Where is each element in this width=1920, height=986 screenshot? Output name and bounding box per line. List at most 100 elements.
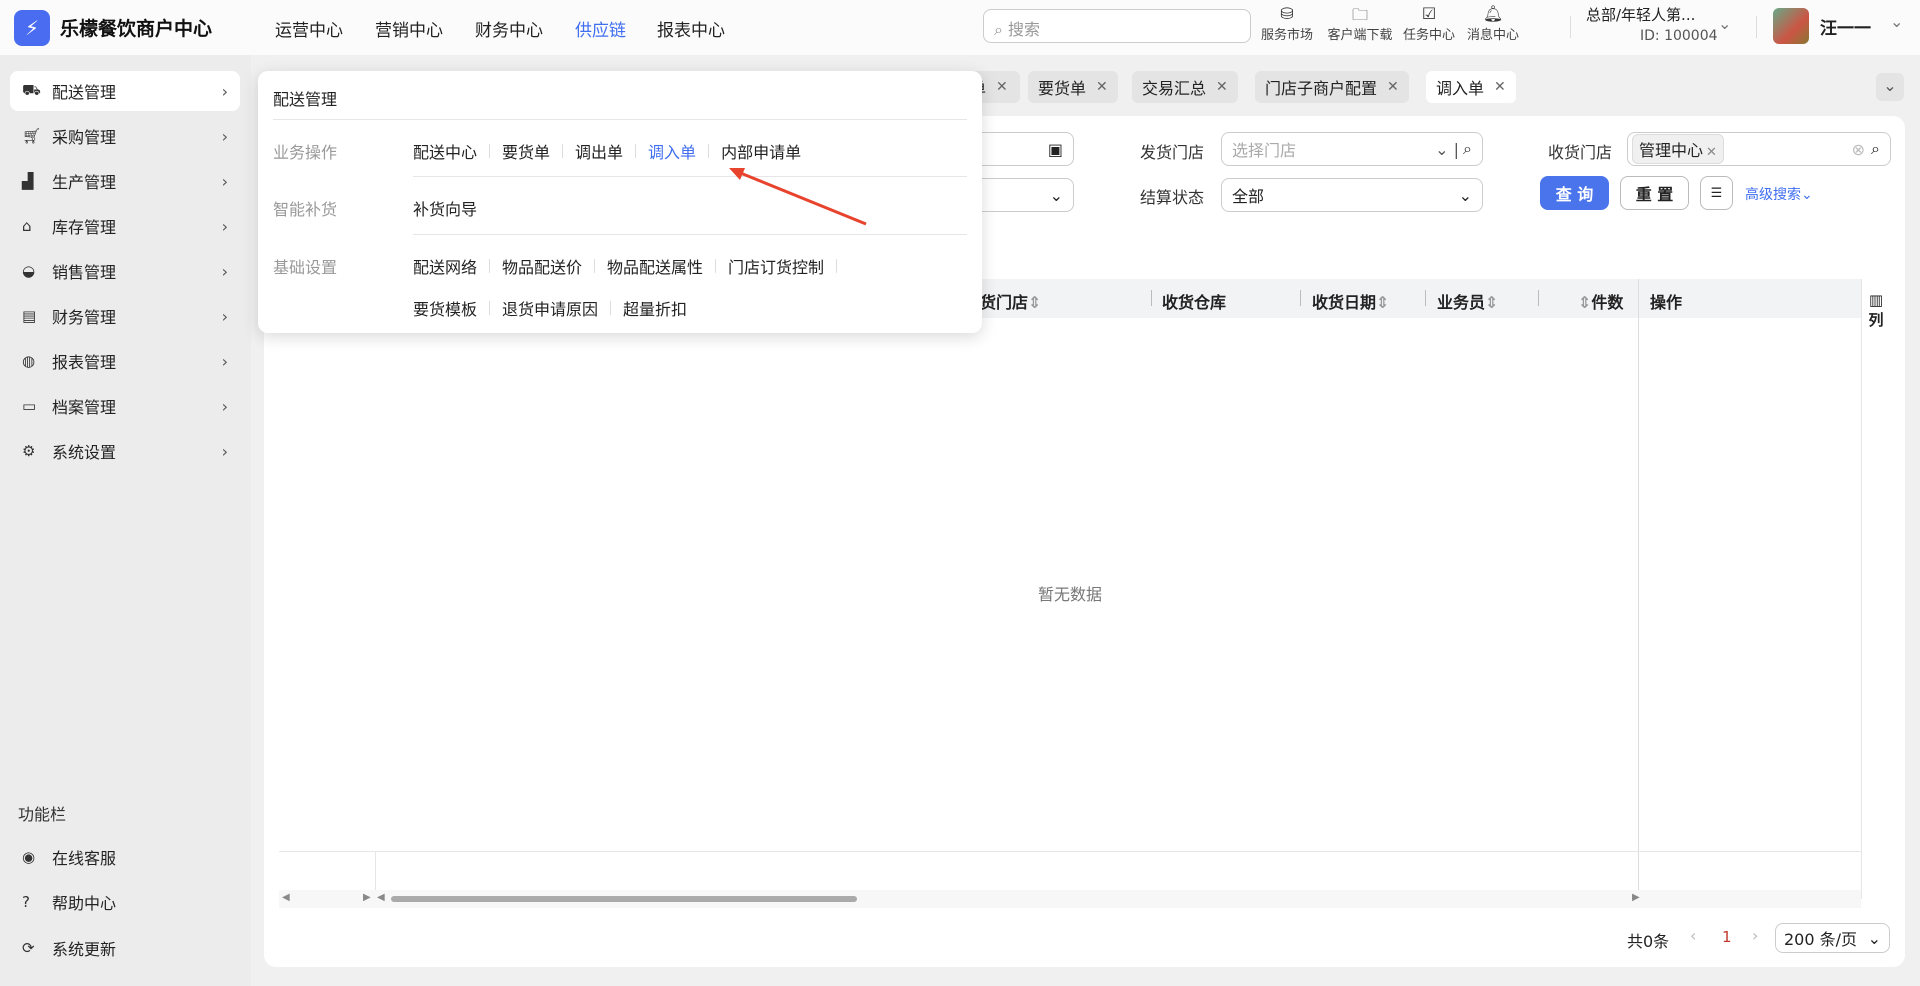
scrollbar-thumb[interactable] — [391, 896, 857, 902]
help-center[interactable]: ? 帮助中心 — [10, 882, 240, 922]
filter-config-icon[interactable]: ☰ — [1700, 176, 1733, 210]
client-download-button[interactable]: 🗀 客户端下载 — [1325, 4, 1395, 43]
sidebar-item-finance[interactable]: ▤ 财务管理 › — [10, 296, 240, 336]
top-header: ⚡ 乐檬餐饮商户中心 运营中心 营销中心 财务中心 供应链 报表中心 ⌕ 搜索 … — [0, 0, 1920, 55]
recv-store-select[interactable]: 管理中心 ✕ ⊗ ⌕ — [1627, 132, 1891, 166]
scroll-left-icon[interactable]: ◀ — [282, 892, 290, 903]
menu-item-transfer-in[interactable]: 调入单 — [648, 139, 696, 163]
divider — [715, 259, 717, 273]
settle-status-select[interactable]: 全部 ⌄ — [1221, 178, 1483, 212]
online-support[interactable]: ◉ 在线客服 — [10, 837, 240, 877]
menu-item-requisition-template[interactable]: 要货模板 — [413, 296, 477, 320]
menu-item-overage-discount[interactable]: 超量折扣 — [623, 296, 687, 320]
column-settings-button[interactable]: ▥ 列 — [1864, 290, 1888, 330]
col-ship-store[interactable]: 货门店⇕ — [980, 289, 1041, 313]
system-update[interactable]: ⟳ 系统更新 — [10, 928, 240, 968]
col-count[interactable]: ⇕件数 — [1578, 289, 1623, 313]
chevron-down-icon[interactable]: ⌄ — [1890, 12, 1903, 31]
col-recv-date[interactable]: 收货日期⇕ — [1312, 289, 1389, 313]
divider — [635, 144, 637, 158]
service-market-button[interactable]: ⛁ 服务市场 — [1256, 4, 1318, 43]
nav-ops[interactable]: 运营中心 — [275, 16, 343, 41]
tab-transfer-in[interactable]: 调入单 ✕ — [1426, 71, 1516, 103]
sidebar-item-sales[interactable]: ◒ 销售管理 › — [10, 251, 240, 291]
task-center-button[interactable]: ☑ 任务中心 — [1398, 4, 1460, 43]
message-center-button[interactable]: 🔔︎ 消息中心 — [1462, 4, 1524, 43]
menu-item-transfer-out[interactable]: 调出单 — [575, 139, 623, 163]
advanced-search-link[interactable]: 高级搜索⌄ — [1745, 184, 1813, 204]
sidebar-item-delivery[interactable]: ⛟ 配送管理 › — [10, 71, 240, 111]
sidebar-item-archive[interactable]: ▭ 档案管理 › — [10, 386, 240, 426]
query-button[interactable]: 查 询 — [1540, 176, 1609, 210]
inbox-icon: ▭ — [22, 397, 37, 415]
nav-marketing[interactable]: 营销中心 — [375, 16, 443, 41]
sort-icon[interactable]: ⇕ — [1028, 293, 1041, 312]
sidebar-item-production[interactable]: ▟ 生产管理 › — [10, 161, 240, 201]
col-divider[interactable] — [1300, 290, 1301, 306]
avatar[interactable] — [1773, 8, 1809, 44]
close-icon[interactable]: ✕ — [1494, 79, 1506, 95]
help-icon: ? — [22, 893, 30, 911]
reset-button[interactable]: 重 置 — [1620, 176, 1689, 210]
chevron-down-icon[interactable]: ⌄ — [1718, 14, 1731, 33]
scroll-left-icon[interactable]: ◀ — [377, 892, 385, 903]
sidebar-item-reports[interactable]: ◍ 报表管理 › — [10, 341, 240, 381]
sort-icon[interactable]: ⇕ — [1376, 293, 1389, 312]
tab-transaction-summary[interactable]: 交易汇总 ✕ — [1132, 71, 1238, 103]
menu-item-requisition[interactable]: 要货单 — [502, 139, 550, 163]
menu-item-internal-request[interactable]: 内部申请单 — [721, 139, 801, 163]
page-number[interactable]: 1 — [1722, 928, 1732, 946]
horizontal-scrollbar[interactable]: ◀ ▶ ◀ ▶ — [279, 890, 1861, 908]
briefcase-icon: ◒ — [22, 262, 36, 280]
next-page-icon[interactable]: › — [1752, 926, 1758, 945]
menu-item-delivery-network[interactable]: 配送网络 — [413, 254, 477, 278]
clear-icon[interactable]: ⊗ — [1852, 140, 1865, 159]
chevron-right-icon: › — [221, 261, 228, 281]
menu-row: 要货模板 退货申请原因 超量折扣 — [413, 296, 687, 320]
search-icon[interactable]: ⌕ — [1463, 139, 1472, 159]
scroll-right-icon[interactable]: ▶ — [1632, 892, 1640, 903]
sort-icon[interactable]: ⇕ — [1578, 293, 1591, 312]
menu-item-delivery-attributes[interactable]: 物品配送属性 — [607, 254, 703, 278]
divider — [594, 259, 596, 273]
divider — [279, 851, 1861, 852]
nav-finance[interactable]: 财务中心 — [475, 16, 543, 41]
sidebar-item-purchase[interactable]: 🛒︎ 采购管理 › — [10, 116, 240, 156]
tag-close-icon[interactable]: ✕ — [1706, 145, 1717, 160]
sidebar-item-settings[interactable]: ⚙ 系统设置 › — [10, 431, 240, 471]
close-icon[interactable]: ✕ — [1096, 79, 1108, 95]
divider — [413, 176, 967, 177]
search-icon[interactable]: ⌕ — [1871, 139, 1880, 159]
menu-item-order-control[interactable]: 门店订货控制 — [728, 254, 824, 278]
user-name[interactable]: 汪一一 — [1820, 14, 1871, 39]
col-divider[interactable] — [1425, 290, 1426, 306]
scroll-right-icon[interactable]: ▶ — [363, 892, 371, 903]
ship-store-select[interactable]: 选择门店 ⌄ | ⌕ — [1221, 132, 1483, 166]
tabs-more-chevron-icon[interactable]: ⌄ — [1876, 73, 1904, 101]
sidebar-item-inventory[interactable]: ⌂ 库存管理 › — [10, 206, 240, 246]
close-icon[interactable]: ✕ — [1216, 79, 1228, 95]
col-divider[interactable] — [1538, 290, 1539, 306]
chevron-down-icon: ⌄ — [1801, 187, 1813, 203]
divider — [708, 144, 710, 158]
menu-item-delivery-price[interactable]: 物品配送价 — [502, 254, 582, 278]
menu-item-delivery-center[interactable]: 配送中心 — [413, 139, 477, 163]
col-divider[interactable] — [1151, 290, 1152, 306]
chevron-down-icon: ⌄ — [1867, 928, 1881, 948]
tab-store-submerchant[interactable]: 门店子商户配置 ✕ — [1255, 71, 1409, 103]
org-switcher[interactable]: 总部/年轻人第... — [1586, 4, 1695, 25]
chevron-down-icon: ⌄ — [1049, 185, 1063, 205]
nav-supply-chain[interactable]: 供应链 — [575, 16, 626, 41]
search-input[interactable]: ⌕ 搜索 — [983, 9, 1251, 43]
prev-page-icon[interactable]: ‹ — [1690, 926, 1696, 945]
page-size-select[interactable]: 200 条/页 ⌄ — [1775, 923, 1890, 953]
close-icon[interactable]: ✕ — [1387, 79, 1399, 95]
close-icon[interactable]: ✕ — [996, 79, 1008, 95]
menu-item-replenish-wizard[interactable]: 补货向导 — [413, 196, 477, 220]
col-salesperson[interactable]: 业务员⇕ — [1437, 289, 1498, 313]
tab-requisition[interactable]: 要货单 ✕ — [1028, 71, 1118, 103]
chevron-right-icon: › — [221, 306, 228, 326]
sort-icon[interactable]: ⇕ — [1485, 293, 1498, 312]
nav-reports[interactable]: 报表中心 — [657, 16, 725, 41]
menu-item-return-reasons[interactable]: 退货申请原因 — [502, 296, 598, 320]
